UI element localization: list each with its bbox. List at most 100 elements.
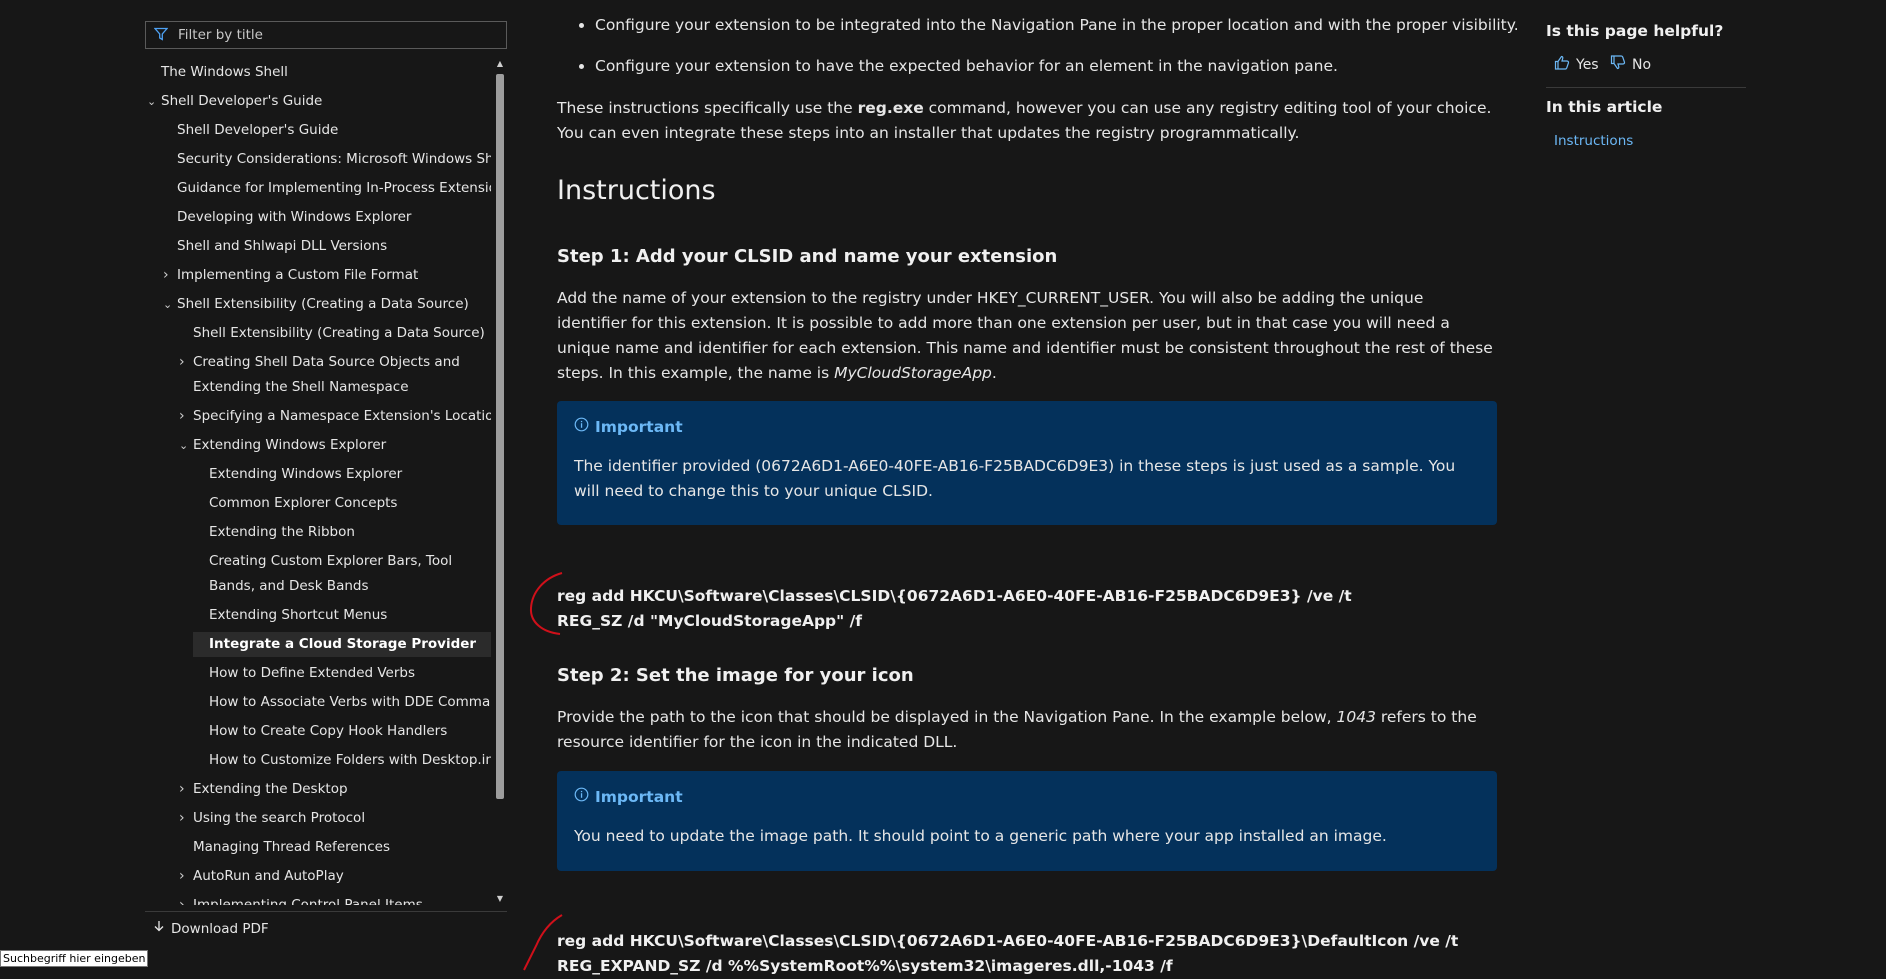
toc-item[interactable]: Managing Thread References (145, 835, 491, 860)
toc-item-label: How to Create Copy Hook Handlers (209, 723, 448, 739)
toc-item[interactable]: Shell Extensibility (Creating a Data Sou… (145, 321, 491, 346)
toc-item-label: AutoRun and AutoPlay (193, 868, 344, 884)
alert-title-text: Important (595, 418, 683, 436)
chevron-down-icon[interactable]: ⌄ (147, 89, 156, 114)
scroll-up-arrow-icon[interactable]: ▲ (494, 58, 506, 70)
toc-item[interactable]: › Using the search Protocol (145, 806, 491, 831)
in-this-article-heading: In this article (1546, 98, 1663, 116)
toc-item[interactable]: ⌄ Shell Extensibility (Creating a Data So… (145, 292, 491, 317)
filter-box[interactable] (145, 21, 507, 49)
toc-item-label: Shell and Shlwapi DLL Versions (177, 238, 388, 254)
step2-text: Provide the path to the icon that should… (557, 708, 1337, 726)
yes-label: Yes (1576, 56, 1599, 73)
reg-exe-bold: reg.exe (857, 99, 924, 117)
toc-item-label: Common Explorer Concepts (209, 495, 398, 511)
alert-title: Important (574, 415, 1480, 440)
toc-item[interactable]: Guidance for Implementing In-Process Ext… (145, 176, 491, 201)
toc-item[interactable]: Extending Windows Explorer (145, 462, 491, 487)
article-link-instructions[interactable]: Instructions (1554, 133, 1633, 149)
bullet-list: Configure your extension to be integrate… (557, 13, 1535, 79)
toc-item-label: Managing Thread References (193, 839, 390, 855)
toc-item-label: Shell Developer's Guide (177, 122, 339, 138)
step2-resource-id: 1043 (1336, 708, 1376, 726)
toc-item-label: How to Define Extended Verbs (209, 665, 416, 681)
toc-item-active[interactable]: Integrate a Cloud Storage Provider (193, 632, 491, 657)
toc-item-label: How to Customize Folders with Desktop.in… (209, 752, 491, 768)
toc-item[interactable]: Creating Custom Explorer Bars, Tool Band… (145, 549, 475, 599)
toc-item[interactable]: Security Considerations: Microsoft Windo… (145, 147, 491, 172)
download-icon (153, 920, 165, 937)
toc-item-label: Extending Windows Explorer (209, 466, 403, 482)
no-label: No (1632, 56, 1652, 73)
download-pdf-link[interactable]: Download PDF (153, 920, 269, 937)
toc-item[interactable]: › AutoRun and AutoPlay (145, 864, 491, 889)
toc-item-label: Creating Custom Explorer Bars, Tool Band… (209, 553, 453, 594)
toc-item[interactable]: Extending Shortcut Menus (145, 603, 491, 628)
chevron-down-icon[interactable]: ⌄ (163, 292, 172, 317)
toc-item[interactable]: Common Explorer Concepts (145, 491, 491, 516)
toc-item-label: Security Considerations: Microsoft Windo… (177, 151, 491, 167)
chevron-down-icon[interactable]: ⌄ (179, 433, 188, 458)
chevron-right-icon[interactable]: › (179, 404, 185, 429)
step1-end: . (991, 364, 997, 382)
toc-item[interactable]: Shell Developer's Guide (145, 118, 491, 143)
toc-item[interactable]: How to Create Copy Hook Handlers (145, 719, 491, 744)
toc-item[interactable]: › Implementing Control Panel Items (145, 893, 491, 905)
alert-text: The identifier provided (0672A6D1-A6E0-4… (574, 457, 1456, 500)
chevron-right-icon[interactable]: › (179, 350, 185, 375)
filter-icon (153, 26, 169, 45)
toc-item-label: Extending Shortcut Menus (209, 607, 388, 623)
toc-item[interactable]: ⌄ Extending Windows Explorer (145, 433, 491, 458)
important-alert: Important The identifier provided (0672A… (557, 401, 1497, 525)
step1-paragraph: Add the name of your extension to the re… (557, 286, 1497, 386)
search-tooltip: Suchbegriff hier eingeben (0, 950, 149, 967)
toc-item[interactable]: Developing with Windows Explorer (145, 205, 491, 230)
important-alert: Important You need to update the image p… (557, 771, 1497, 871)
toc-item[interactable]: › Implementing a Custom File Format (145, 263, 491, 288)
toc-item[interactable]: How to Define Extended Verbs (145, 661, 491, 686)
code-command-2: reg add HKCU\Software\Classes\CLSID\{067… (557, 932, 1459, 975)
step2-heading: Step 2: Set the image for your icon (557, 665, 914, 686)
toc-item-label: Shell Extensibility (Creating a Data Sou… (177, 296, 469, 312)
step1-example: MyCloudStorageApp (834, 364, 992, 382)
toc-item[interactable]: › Specifying a Namespace Extension's Loca… (145, 404, 491, 429)
toc-item-label: Extending Windows Explorer (193, 437, 387, 453)
step2-paragraph: Provide the path to the icon that should… (557, 705, 1497, 755)
table-of-contents: The Windows Shell ⌄ Shell Developer's Guid… (145, 0, 510, 971)
info-icon (574, 785, 589, 810)
scroll-down-arrow-icon[interactable]: ▼ (494, 893, 506, 905)
chevron-right-icon[interactable]: › (179, 893, 185, 905)
toc-item[interactable]: How to Associate Verbs with DDE Commands (145, 690, 491, 715)
download-pdf-label: Download PDF (171, 920, 269, 937)
scrollbar-thumb[interactable] (496, 74, 504, 799)
toc-item[interactable]: › Extending the Desktop (145, 777, 491, 802)
toc-item-label: Implementing Control Panel Items (193, 897, 423, 905)
chevron-right-icon[interactable]: › (179, 806, 185, 831)
toc-item[interactable]: Shell and Shlwapi DLL Versions (145, 234, 491, 259)
chevron-right-icon[interactable]: › (179, 864, 185, 889)
toc-item[interactable]: › Creating Shell Data Source Objects and … (145, 350, 475, 400)
toc-item-label: Creating Shell Data Source Objects and E… (193, 354, 460, 395)
toc-item[interactable]: ⌄ Shell Developer's Guide (145, 89, 491, 114)
toc-item-label: Extending the Desktop (193, 781, 348, 797)
toc-item-label: The Windows Shell (161, 64, 288, 80)
toc-item-label: Guidance for Implementing In-Process Ext… (177, 180, 491, 196)
annotation-mark (529, 572, 563, 635)
toc-item-label: Shell Developer's Guide (161, 93, 323, 109)
toc-item-label: Extending the Ribbon (209, 524, 355, 540)
chevron-right-icon[interactable]: › (179, 777, 185, 802)
filter-input[interactable] (176, 26, 480, 44)
no-button[interactable]: No (1610, 55, 1651, 74)
feedback-question: Is this page helpful? (1546, 22, 1724, 40)
divider (1546, 87, 1746, 88)
chevron-right-icon[interactable]: › (163, 263, 169, 288)
code-command-1: reg add HKCU\Software\Classes\CLSID\{067… (557, 587, 1352, 630)
toc-item[interactable]: Extending the Ribbon (145, 520, 491, 545)
thumbs-down-icon (1610, 55, 1626, 74)
toc-item[interactable]: How to Customize Folders with Desktop.in… (145, 748, 491, 773)
toc-item[interactable]: The Windows Shell (145, 60, 491, 85)
alert-title: Important (574, 785, 1480, 810)
toc-scrollbar[interactable]: ▲ ▼ (494, 58, 506, 905)
yes-button[interactable]: Yes (1554, 55, 1599, 74)
intro-text: These instructions specifically use the (557, 99, 858, 117)
